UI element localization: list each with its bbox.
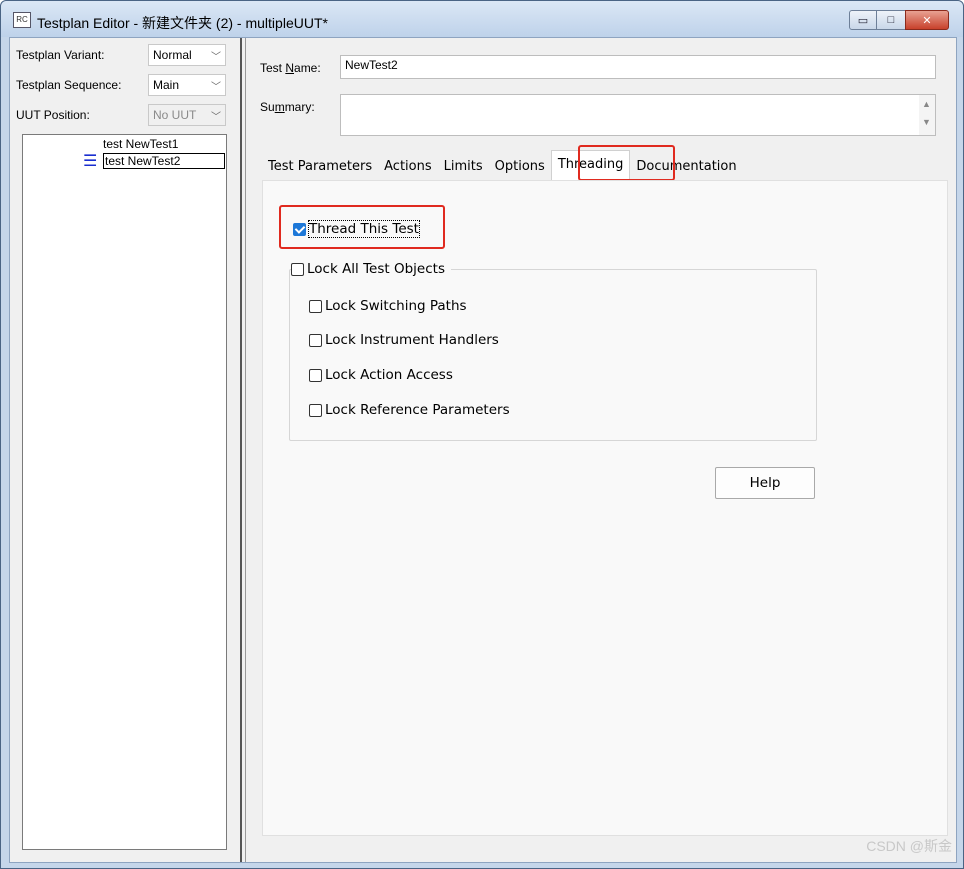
chevron-down-icon: ﹀ — [211, 52, 221, 63]
selected-marker-icon: ☰ — [83, 153, 98, 170]
uut-position-combo: No UUT ﹀ — [148, 104, 226, 126]
caption-buttons: ▭ □ ✕ — [849, 10, 949, 30]
lock-action-access-label: Lock Action Access — [325, 367, 453, 383]
checkbox-icon — [309, 333, 322, 347]
sequence-value: Main — [153, 78, 180, 92]
variant-combo[interactable]: Normal ﹀ — [148, 44, 226, 66]
title-bar[interactable]: RC Testplan Editor - 新建文件夹 (2) - multipl… — [1, 1, 963, 37]
tree-item[interactable]: test NewTest1 — [103, 137, 178, 151]
scroll-up-icon[interactable]: ▲ — [922, 99, 931, 109]
chevron-down-icon: ﹀ — [211, 112, 221, 123]
lock-switching-paths-label: Lock Switching Paths — [325, 298, 467, 314]
sequence-label: Testplan Sequence: — [16, 78, 122, 92]
maximize-button[interactable]: □ — [877, 10, 905, 30]
thread-test-highlight — [279, 205, 445, 249]
chevron-down-icon: ﹀ — [211, 82, 221, 93]
lock-reference-parameters-checkbox[interactable]: Lock Reference Parameters — [309, 402, 510, 418]
checkbox-icon — [309, 368, 322, 382]
minimize-button[interactable]: ▭ — [849, 10, 877, 30]
watermark: CSDN @斯金 — [866, 838, 952, 854]
scroll-down-icon[interactable]: ▼ — [922, 117, 931, 127]
summary-textarea[interactable]: ▲ ▼ — [340, 94, 936, 136]
variant-value: Normal — [153, 48, 192, 62]
summary-scrollbar[interactable]: ▲ ▼ — [919, 95, 935, 135]
tab-actions[interactable]: Actions — [378, 154, 438, 180]
tab-test-parameters[interactable]: Test Parameters — [262, 154, 378, 180]
checkbox-icon — [309, 299, 322, 313]
lock-reference-parameters-label: Lock Reference Parameters — [325, 402, 510, 418]
uut-position-value: No UUT — [153, 108, 197, 122]
close-button[interactable]: ✕ — [905, 10, 949, 30]
test-tree[interactable]: test NewTest1 ☰ test NewTest2 — [22, 134, 227, 850]
test-name-input[interactable]: NewTest2 — [340, 55, 936, 79]
variant-label: Testplan Variant: — [16, 48, 105, 62]
app-icon: RC — [13, 12, 31, 28]
tree-item-selected[interactable]: test NewTest2 — [103, 153, 225, 169]
lock-action-access-checkbox[interactable]: Lock Action Access — [309, 367, 453, 383]
lock-instrument-handlers-label: Lock Instrument Handlers — [325, 332, 499, 348]
tab-options[interactable]: Options — [489, 154, 551, 180]
right-pane: Test Name: NewTest2 Summary: ▲ ▼ Test Pa… — [250, 38, 956, 862]
help-button[interactable]: Help — [715, 467, 815, 499]
lock-all-checkbox[interactable]: Lock All Test Objects — [291, 261, 451, 277]
left-pane: Testplan Variant: Normal ﹀ Testplan Sequ… — [10, 38, 236, 862]
test-name-label: Test Name: — [260, 61, 321, 75]
tab-limits[interactable]: Limits — [438, 154, 489, 180]
lock-switching-paths-checkbox[interactable]: Lock Switching Paths — [309, 298, 467, 314]
testplan-editor-window: RC Testplan Editor - 新建文件夹 (2) - multipl… — [0, 0, 964, 869]
threading-tab-highlight — [578, 145, 675, 181]
checkbox-icon — [309, 403, 322, 417]
sequence-combo[interactable]: Main ﹀ — [148, 74, 226, 96]
lock-all-label: Lock All Test Objects — [307, 261, 445, 277]
checkbox-icon — [291, 262, 304, 276]
uut-position-label: UUT Position: — [16, 108, 90, 122]
summary-label: Summary: — [260, 100, 315, 114]
lock-instrument-handlers-checkbox[interactable]: Lock Instrument Handlers — [309, 332, 499, 348]
threading-panel: Thread This Test Lock All Test Objects L… — [262, 180, 948, 836]
pane-splitter[interactable] — [240, 38, 246, 862]
client-area: Testplan Variant: Normal ﹀ Testplan Sequ… — [9, 37, 957, 863]
window-title: Testplan Editor - 新建文件夹 (2) - multipleUU… — [37, 15, 328, 31]
